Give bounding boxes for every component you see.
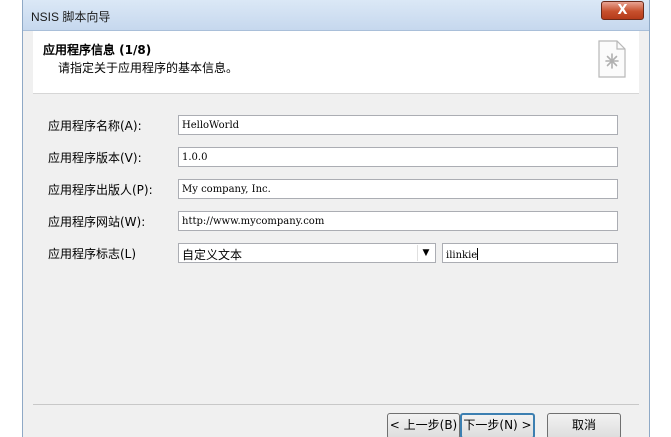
app-publisher-label: 应用程序出版人(P): — [48, 183, 153, 197]
brand-text-value: ilinkie — [446, 250, 478, 261]
app-brand-label: 应用程序标志(L) — [48, 247, 137, 261]
wizard-window: NSIS 脚本向导 X 应用程序信息 (1/8) 请指定关于应用程序的基本信息。… — [22, 0, 650, 437]
wizard-header: 应用程序信息 (1/8) 请指定关于应用程序的基本信息。 — [33, 31, 639, 94]
app-publisher-row: 应用程序出版人(P): My company, Inc. — [48, 179, 628, 201]
app-brand-row: 应用程序标志(L) 自定义文本 ▼ ilinkie — [48, 243, 628, 265]
app-publisher-input[interactable]: My company, Inc. — [178, 179, 618, 199]
app-name-row: 应用程序名称(A): HelloWorld — [48, 115, 628, 137]
brand-type-select[interactable]: 自定义文本 ▼ — [178, 243, 436, 263]
brand-text-input[interactable]: ilinkie — [442, 243, 618, 263]
title-bar[interactable]: NSIS 脚本向导 X — [23, 0, 649, 31]
document-icon — [598, 40, 626, 78]
text-caret — [477, 248, 479, 260]
app-name-label: 应用程序名称(A): — [48, 119, 142, 133]
app-version-input[interactable]: 1.0.0 — [178, 147, 618, 167]
brand-type-value: 自定义文本 — [182, 248, 243, 262]
app-website-label: 应用程序网站(W): — [48, 215, 146, 229]
app-website-input[interactable]: http://www.mycompany.com — [178, 211, 618, 231]
footer-divider — [33, 404, 639, 405]
window-title: NSIS 脚本向导 — [31, 10, 111, 24]
dropdown-arrow-icon[interactable]: ▼ — [417, 245, 434, 261]
app-version-label: 应用程序版本(V): — [48, 151, 142, 165]
next-button[interactable]: 下一步(N) > — [460, 413, 535, 437]
app-website-row: 应用程序网站(W): http://www.mycompany.com — [48, 211, 628, 233]
cancel-button[interactable]: 取消 — [547, 413, 621, 437]
page-subtitle: 请指定关于应用程序的基本信息。 — [58, 61, 239, 75]
page-title: 应用程序信息 (1/8) — [43, 43, 152, 57]
app-name-input[interactable]: HelloWorld — [178, 115, 618, 135]
back-button[interactable]: < 上一步(B) — [387, 413, 460, 437]
app-version-row: 应用程序版本(V): 1.0.0 — [48, 147, 628, 169]
close-button[interactable]: X — [601, 1, 644, 20]
